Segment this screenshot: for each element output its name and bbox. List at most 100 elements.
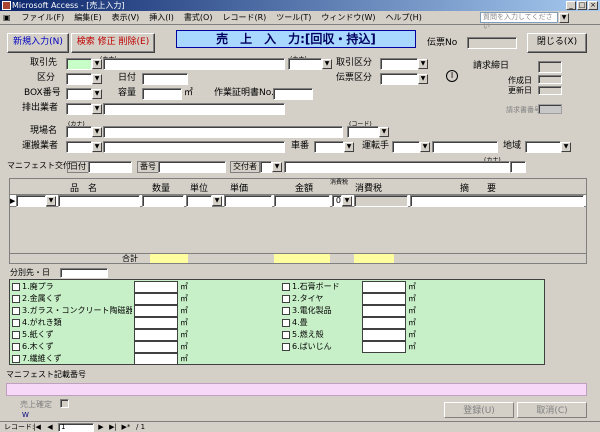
menu-format[interactable]: 書式(O) [179, 11, 218, 24]
update-done-checkbox[interactable] [60, 399, 69, 408]
quantity-field[interactable] [142, 195, 184, 207]
menu-view[interactable]: 表示(V) [107, 11, 145, 24]
close-window-button[interactable]: × [588, 1, 598, 10]
tax-type-field[interactable]: 0 [332, 195, 342, 207]
classification-checkbox[interactable] [12, 319, 20, 327]
issuer-code-field[interactable] [260, 161, 272, 173]
prev-record-icon[interactable]: ◀ [45, 422, 55, 432]
discharger-name-field[interactable] [103, 103, 285, 115]
classification-checkbox[interactable] [282, 283, 290, 291]
carrier-code-field[interactable] [66, 141, 92, 153]
classification-checkbox[interactable] [282, 331, 290, 339]
manifest-note-field[interactable] [6, 383, 587, 396]
box-no-dropdown[interactable]: ▼ [92, 89, 102, 99]
classification-volume-field[interactable] [362, 329, 406, 341]
carrier-dropdown[interactable]: ▼ [92, 142, 102, 152]
discharger-code-field[interactable] [66, 103, 92, 115]
close-form-button[interactable]: 閉じる(X) [527, 33, 587, 53]
capacity-field[interactable] [142, 88, 182, 100]
classification-checkbox[interactable] [282, 343, 290, 351]
trade-category-field[interactable] [380, 58, 418, 70]
menu-window[interactable]: ウィンドウ(W) [316, 11, 380, 24]
classification-volume-field[interactable] [362, 281, 406, 293]
classification-date-field[interactable] [60, 268, 108, 278]
vehicle-dropdown[interactable]: ▼ [344, 142, 354, 152]
minimize-button[interactable]: _ [566, 1, 576, 10]
date-field[interactable] [142, 73, 188, 85]
new-record-icon[interactable]: ▶* [120, 422, 132, 432]
customer-dropdown[interactable]: ▼ [92, 59, 102, 69]
classification-volume-field[interactable] [134, 281, 178, 293]
driver-name-field[interactable] [432, 141, 498, 153]
classification-volume-field[interactable] [134, 353, 178, 365]
work-cert-field[interactable] [273, 88, 313, 100]
customer-kana-dropdown[interactable]: ▼ [322, 59, 332, 69]
remarks-field[interactable] [410, 195, 584, 207]
classification-checkbox[interactable] [12, 355, 20, 363]
carrier-name-field[interactable] [103, 141, 285, 153]
amount-field[interactable] [274, 195, 330, 207]
trade-category-dropdown[interactable]: ▼ [418, 59, 428, 69]
tax-type-dropdown[interactable]: ▼ [342, 196, 352, 206]
info-icon[interactable]: I [446, 70, 458, 82]
item-code-field[interactable] [16, 195, 46, 207]
category-dropdown[interactable]: ▼ [92, 74, 102, 84]
unit-price-field[interactable] [224, 195, 272, 207]
voucher-category-field[interactable] [380, 73, 418, 85]
classification-volume-field[interactable] [362, 293, 406, 305]
site-code2-field[interactable] [347, 126, 379, 138]
current-record-field[interactable]: 1 [58, 423, 94, 432]
region-dropdown[interactable]: ▼ [561, 142, 571, 152]
classification-volume-field[interactable] [362, 341, 406, 353]
classification-volume-field[interactable] [134, 329, 178, 341]
box-no-field[interactable] [66, 88, 92, 100]
customer-code-field[interactable] [66, 58, 92, 70]
manifest-no-field[interactable] [158, 161, 226, 173]
menu-icon[interactable]: ▣ [0, 11, 14, 24]
chevron-down-icon[interactable]: ▼ [559, 13, 569, 23]
customer-kana-field[interactable] [288, 58, 322, 70]
discharger-dropdown[interactable]: ▼ [92, 104, 102, 114]
driver-code-field[interactable] [392, 141, 420, 153]
issuer-kana-field[interactable] [510, 161, 526, 173]
help-search-input[interactable]: 質問を入力してください [480, 12, 558, 30]
classification-volume-field[interactable] [134, 305, 178, 317]
classification-volume-field[interactable] [134, 293, 178, 305]
menu-edit[interactable]: 編集(E) [69, 11, 106, 24]
next-record-icon[interactable]: ▶ [96, 422, 106, 432]
site-dropdown[interactable]: ▼ [92, 127, 102, 137]
unit-dropdown[interactable]: ▼ [212, 196, 222, 206]
register-button[interactable]: 登録(U) [444, 402, 514, 418]
classification-checkbox[interactable] [282, 307, 290, 315]
classification-volume-field[interactable] [134, 317, 178, 329]
new-input-button[interactable]: 新規入力(N) [7, 33, 69, 53]
classification-checkbox[interactable] [12, 331, 20, 339]
issuer-name-field[interactable] [284, 161, 510, 173]
site-code2-dropdown[interactable]: ▼ [379, 127, 389, 137]
menu-insert[interactable]: 挿入(I) [144, 11, 179, 24]
grid-row[interactable]: ▶ ▼ ▼ 0 ▼ [10, 195, 586, 207]
menu-records[interactable]: レコード(R) [217, 11, 271, 24]
item-dropdown[interactable]: ▼ [46, 196, 56, 206]
vehicle-no-field[interactable] [314, 141, 344, 153]
cancel-button[interactable]: 取消(C) [517, 402, 587, 418]
item-name-field[interactable] [58, 195, 140, 207]
last-record-icon[interactable]: ▶| [107, 422, 119, 432]
menu-help[interactable]: ヘルプ(H) [381, 11, 427, 24]
first-record-icon[interactable]: |◀ [32, 422, 42, 432]
classification-checkbox[interactable] [12, 343, 20, 351]
classification-checkbox[interactable] [282, 295, 290, 303]
region-field[interactable] [525, 141, 561, 153]
voucher-category-dropdown[interactable]: ▼ [418, 74, 428, 84]
menu-tools[interactable]: ツール(T) [271, 11, 316, 24]
classification-volume-field[interactable] [362, 317, 406, 329]
search-edit-delete-button[interactable]: 検索 修正 削除(E) [71, 33, 155, 53]
classification-volume-field[interactable] [362, 305, 406, 317]
classification-checkbox[interactable] [282, 319, 290, 327]
classification-checkbox[interactable] [12, 295, 20, 303]
maximize-button[interactable]: □ [577, 1, 587, 10]
unit-field[interactable] [186, 195, 212, 207]
menu-file[interactable]: ファイル(F) [16, 11, 69, 24]
site-code-field[interactable] [66, 126, 92, 138]
category-field[interactable] [66, 73, 92, 85]
